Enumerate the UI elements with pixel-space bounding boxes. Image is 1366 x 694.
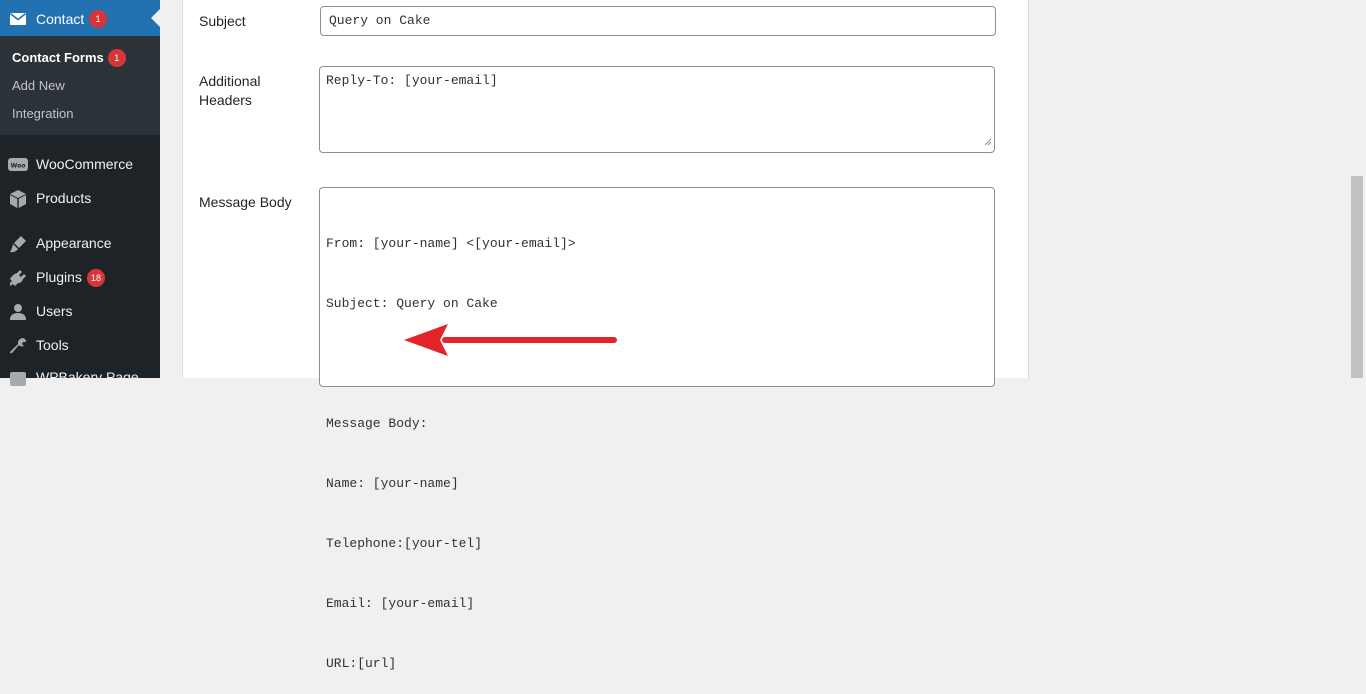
woocommerce-icon: Woo [8,155,28,175]
user-icon [8,302,28,322]
submenu-item-label: Integration [12,106,74,121]
message-body-line: Telephone:[your-tel] [326,536,483,551]
sidebar-item-label: WPBakery Page [36,369,139,385]
sidebar-item-label: Tools [36,337,69,353]
sidebar-item-contact[interactable]: Contact 1 [0,0,160,36]
submenu-item-label: Add New [12,78,65,93]
message-body-line: Name: [your-name] [326,476,459,491]
red-arrow-annotation-icon [404,324,617,356]
sidebar-item-users[interactable]: Users [0,297,160,327]
sidebar-item-products[interactable]: Products [0,184,160,214]
subject-value: Query on Cake [329,13,431,28]
box-icon [8,189,28,209]
submenu-item-label: Contact Forms [12,50,104,65]
sidebar-item-tools[interactable]: Tools [0,331,160,361]
brush-icon [8,234,28,254]
sidebar-item-label: WooCommerce [36,156,133,172]
scrollbar-thumb[interactable] [1351,176,1363,378]
plug-icon [8,268,28,288]
update-count-badge: 18 [87,269,105,287]
message-body-line: Message Body: [326,416,428,431]
submenu-item-add-new[interactable]: Add New [12,78,65,93]
sidebar-item-label: Products [36,190,92,206]
message-body-line: Subject: Query on Cake [326,296,498,311]
resize-handle-icon[interactable] [984,135,992,150]
sidebar-item-wpbakery[interactable]: WPBakery Page [0,363,160,393]
wrench-icon [8,336,28,356]
sidebar-item-appearance[interactable]: Appearance [0,229,160,259]
sidebar-item-plugins[interactable]: Plugins 18 [0,263,160,293]
additional-headers-value: Reply-To: [your-email] [326,73,498,88]
message-body-line: From: [your-name] <[your-email]> [326,236,576,251]
message-body-label: Message Body [199,194,292,210]
notification-badge: 1 [89,10,107,28]
subject-input[interactable]: Query on Cake [320,6,996,36]
sidebar-item-woocommerce[interactable]: Woo WooCommerce [0,150,160,180]
submenu-item-contact-forms[interactable]: Contact Forms 1 [12,49,126,68]
sidebar-item-label: Users [36,303,73,319]
sidebar-item-label: Plugins [36,269,82,285]
notification-badge: 1 [107,49,126,67]
additional-headers-label: Additional Headers [199,73,261,108]
svg-text:Woo: Woo [11,163,26,170]
sidebar-item-label: Appearance [36,235,112,251]
wpbakery-icon [8,368,28,388]
message-body-line-url: URL:[url] [326,656,397,671]
sidebar-item-label: Contact [36,11,85,27]
submenu-item-integration[interactable]: Integration [12,106,73,121]
envelope-icon [10,12,26,30]
additional-headers-textarea[interactable]: Reply-To: [your-email] [319,66,995,153]
subject-label: Subject [199,13,246,29]
message-body-line: Email: [your-email] [326,596,475,611]
current-menu-arrow [151,9,160,27]
